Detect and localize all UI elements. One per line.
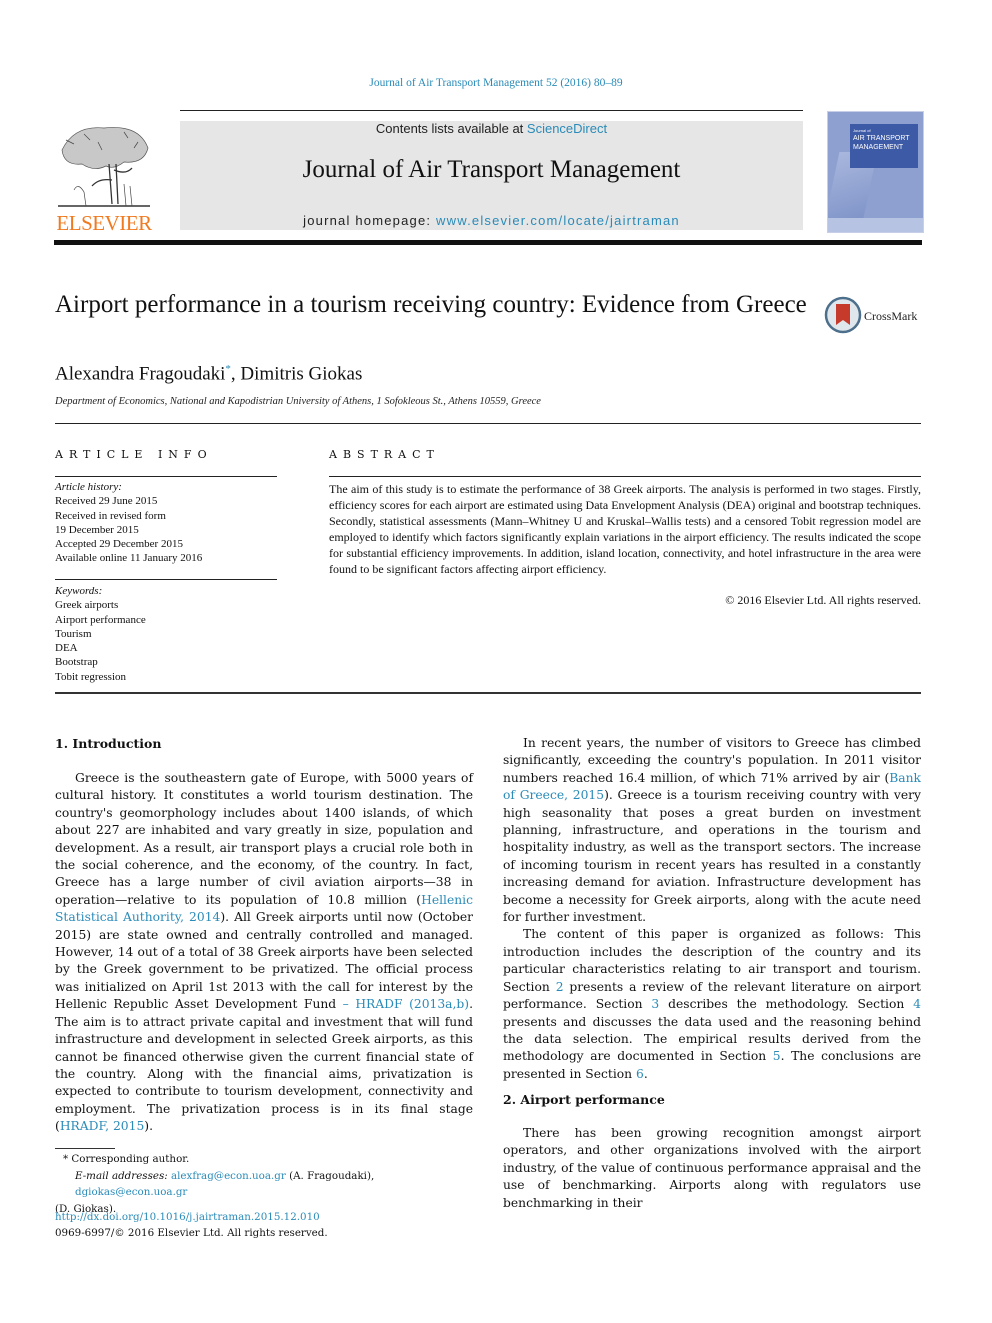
keyword-item: Greek airports (55, 599, 119, 612)
email-label: E-mail addresses: (75, 1169, 168, 1182)
paragraph: Greece is the southeastern gate of Europ… (55, 770, 473, 1136)
history-item: Received 29 June 2015 (55, 495, 158, 508)
citation-link[interactable]: – HRADF (2013a,b) (343, 997, 469, 1011)
masthead-top-rule (180, 110, 803, 111)
affiliation: Department of Economics, National and Ka… (55, 396, 541, 407)
cover-line-1: AIR TRANSPORT (853, 135, 910, 142)
cover-small-text: Journal of (853, 128, 871, 133)
section-link[interactable]: 2 (556, 980, 564, 994)
issn-copyright: 0969-6997/© 2016 Elsevier Ltd. All right… (55, 1227, 328, 1239)
keyword-item: Tourism (55, 627, 92, 640)
text: describes the methodology. Section (659, 997, 914, 1012)
paragraph: There has been growing recognition among… (503, 1126, 921, 1210)
doi-block: http://dx.doi.org/10.1016/j.jairtraman.2… (55, 1209, 328, 1241)
cover-line-2: MANAGEMENT (853, 144, 904, 151)
contents-prefix: Contents lists available at (375, 121, 527, 136)
keyword-item: Airport performance (55, 613, 146, 626)
history-item: Accepted 29 December 2015 (55, 538, 183, 551)
author-list: Alexandra Fragoudaki*, Dimitris Giokas (55, 363, 362, 385)
text: . (643, 1066, 648, 1081)
keywords-label: Keywords: (55, 585, 103, 597)
email-line: E-mail addresses: alexfrag@econ.uoa.gr (… (55, 1168, 473, 1201)
keywords-rule (55, 579, 277, 580)
sciencedirect-link[interactable]: ScienceDirect (527, 121, 607, 136)
affiliation-rule (55, 423, 921, 424)
elsevier-wordmark: ELSEVIER (56, 211, 152, 235)
footnote-rule (55, 1148, 115, 1149)
crossmark-label[interactable]: CrossMark (864, 309, 917, 324)
keyword-item: DEA (55, 642, 78, 655)
history-item: 19 December 2015 (55, 523, 139, 536)
contents-availability: Contents lists available at ScienceDirec… (180, 121, 803, 136)
section-link[interactable]: 6 (636, 1067, 644, 1081)
text: Greece is the southeastern gate of Europ… (55, 771, 473, 907)
history-label: Article history: (55, 481, 122, 493)
abstract-rule (329, 476, 921, 477)
journal-homepage: journal homepage: www.elsevier.com/locat… (180, 213, 803, 228)
journal-cover-thumbnail[interactable]: Journal of AIR TRANSPORT MANAGEMENT (827, 111, 924, 233)
article-title: Airport performance in a tourism receivi… (55, 291, 807, 318)
abstract-copyright: © 2016 Elsevier Ltd. All rights reserved… (725, 593, 921, 607)
text: In recent years, the number of visitors … (503, 736, 921, 785)
homepage-link[interactable]: www.elsevier.com/locate/jairtraman (436, 213, 680, 228)
paragraph: In recent years, the number of visitors … (503, 735, 921, 926)
section-1-heading: 1. Introduction (55, 736, 162, 751)
article-history: Article history: Received 29 June 2015 R… (55, 480, 277, 566)
introduction-left-column: Greece is the southeastern gate of Europ… (55, 770, 473, 1136)
journal-title: Journal of Air Transport Management (302, 156, 681, 183)
text: ). Greece is a tourism receiving country… (503, 788, 921, 925)
paragraph: The content of this paper is organized a… (503, 926, 921, 1083)
email-link-giokas[interactable]: dgiokas@econ.uoa.gr (75, 1186, 187, 1198)
keywords: Keywords: Greek airports Airport perform… (55, 584, 277, 684)
section-link[interactable]: 4 (913, 997, 921, 1011)
author-separator: , (230, 363, 241, 385)
author-fragoudaki[interactable]: Alexandra Fragoudaki (55, 363, 225, 384)
doi-link[interactable]: http://dx.doi.org/10.1016/j.jairtraman.2… (55, 1211, 320, 1223)
citation-link[interactable]: HRADF, 2015 (60, 1119, 144, 1133)
introduction-right-column: In recent years, the number of visitors … (503, 735, 921, 1083)
front-matter-rule (55, 692, 921, 694)
author-giokas[interactable]: Dimitris Giokas (240, 363, 362, 384)
corresponding-author-note: * Corresponding author. (63, 1153, 190, 1165)
running-head[interactable]: Journal of Air Transport Management 52 (… (0, 77, 992, 89)
keyword-item: Tobit regression (55, 670, 127, 683)
email-owner: (A. Fragoudaki), (285, 1169, 375, 1182)
text: ). (144, 1119, 153, 1134)
section-2-heading: 2. Airport performance (503, 1092, 665, 1107)
section-link[interactable]: 5 (773, 1049, 781, 1063)
cover-footer-logos (828, 218, 923, 232)
cover-title-panel: Journal of AIR TRANSPORT MANAGEMENT (850, 124, 918, 168)
footnotes: * Corresponding author. E-mail addresses… (55, 1151, 473, 1217)
email-link-fragoudaki[interactable]: alexfrag@econ.uoa.gr (171, 1170, 286, 1182)
text: . The aim is to attract private capital … (55, 997, 473, 1134)
article-info-heading: ARTICLE INFO (55, 448, 213, 461)
masthead-bottom-rule (54, 240, 922, 245)
homepage-prefix: journal homepage: (303, 213, 437, 228)
crossmark-icon (824, 296, 862, 334)
masthead: Contents lists available at ScienceDirec… (180, 121, 803, 230)
abstract-heading: ABSTRACT (329, 448, 440, 461)
article-info-rule (55, 476, 277, 477)
abstract-text: The aim of this study is to estimate the… (329, 482, 921, 576)
keyword-item: Bootstrap (55, 656, 98, 669)
airport-performance-column: There has been growing recognition among… (503, 1125, 921, 1212)
history-item: Received in revised form (55, 509, 166, 522)
history-item: Available online 11 January 2016 (55, 552, 203, 565)
